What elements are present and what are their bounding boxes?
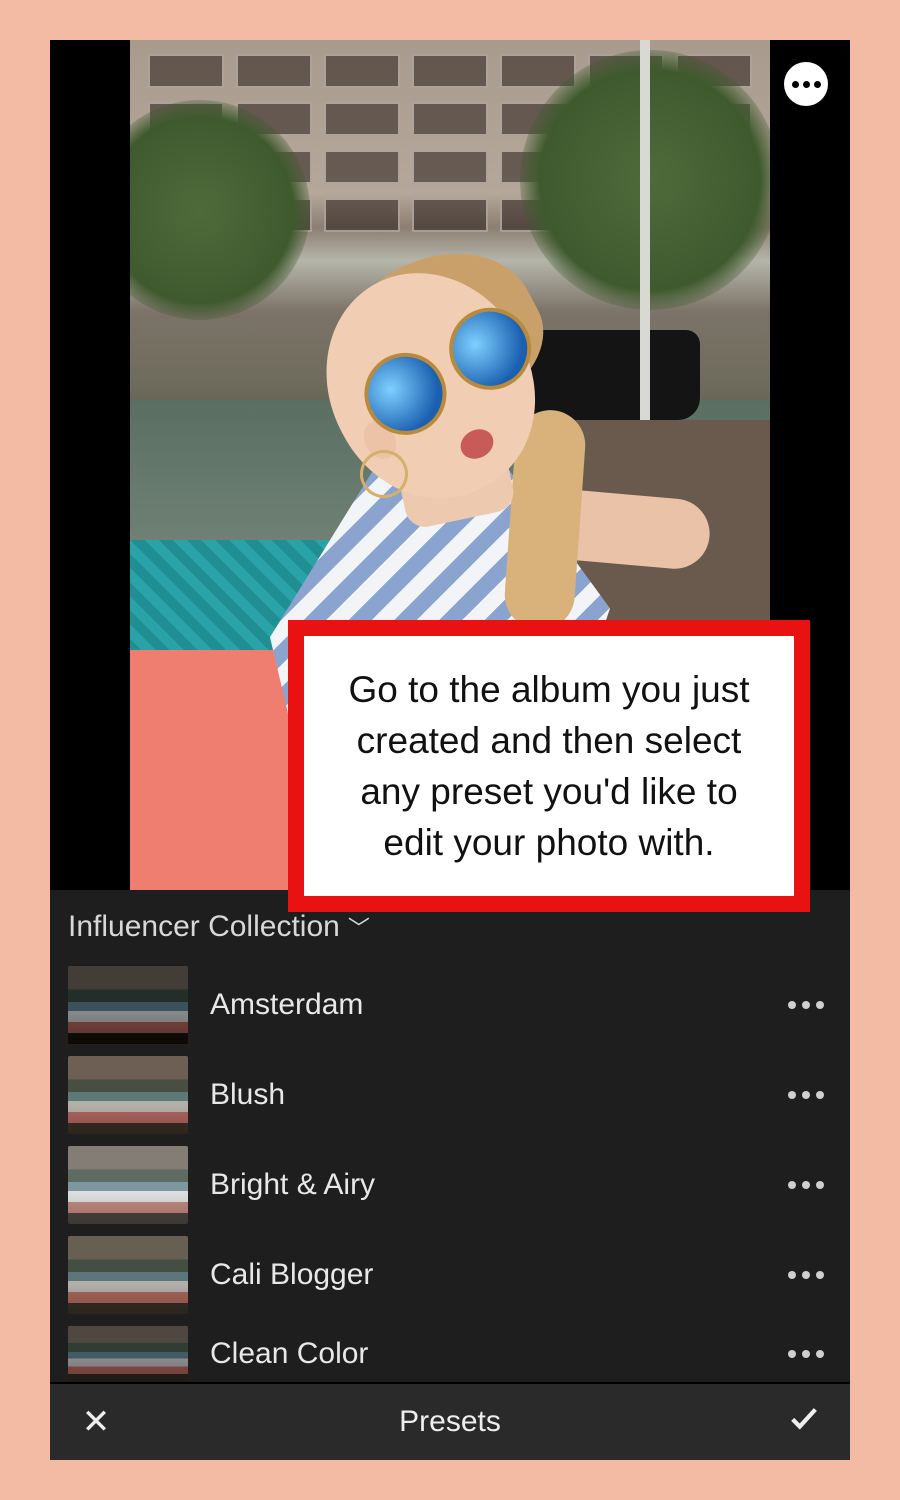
preset-more-button[interactable] (788, 1271, 832, 1279)
close-icon: ✕ (82, 1403, 111, 1441)
preset-item-bright-airy[interactable]: Bright & Airy (50, 1140, 850, 1230)
preset-item-amsterdam[interactable]: Amsterdam (50, 960, 850, 1050)
preset-thumbnail (68, 1326, 188, 1382)
preset-label: Clean Color (210, 1337, 766, 1371)
preset-collection-label: Influencer Collection (68, 910, 340, 944)
cancel-button[interactable]: ✕ (76, 1402, 116, 1442)
instruction-text: Go to the album you just created and the… (348, 669, 749, 863)
preset-item-blush[interactable]: Blush (50, 1050, 850, 1140)
preset-label: Amsterdam (210, 988, 766, 1022)
check-icon (787, 1401, 821, 1435)
preset-thumbnail (68, 1236, 188, 1314)
preset-label: Cali Blogger (210, 1258, 766, 1292)
preset-item-cali-blogger[interactable]: Cali Blogger (50, 1230, 850, 1320)
bottom-toolbar: ✕ Presets (50, 1384, 850, 1460)
preset-more-button[interactable] (788, 1001, 832, 1009)
ellipsis-icon (792, 81, 799, 88)
preset-item-clean-color[interactable]: Clean Color (50, 1320, 850, 1382)
preset-thumbnail (68, 1146, 188, 1224)
instruction-callout: Go to the album you just created and the… (288, 620, 810, 912)
preset-more-button[interactable] (788, 1091, 832, 1099)
preset-more-button[interactable] (788, 1181, 832, 1189)
preset-more-button[interactable] (788, 1350, 832, 1358)
chevron-down-icon: ﹀ (348, 911, 370, 943)
preset-label: Blush (210, 1078, 766, 1112)
preset-thumbnail (68, 1056, 188, 1134)
confirm-button[interactable] (784, 1401, 824, 1444)
preset-label: Bright & Airy (210, 1168, 766, 1202)
toolbar-title: Presets (399, 1405, 501, 1439)
more-options-button[interactable] (784, 62, 828, 106)
preset-thumbnail (68, 966, 188, 1044)
presets-panel: Influencer Collection ﹀ Amsterdam Blush … (50, 890, 850, 1382)
